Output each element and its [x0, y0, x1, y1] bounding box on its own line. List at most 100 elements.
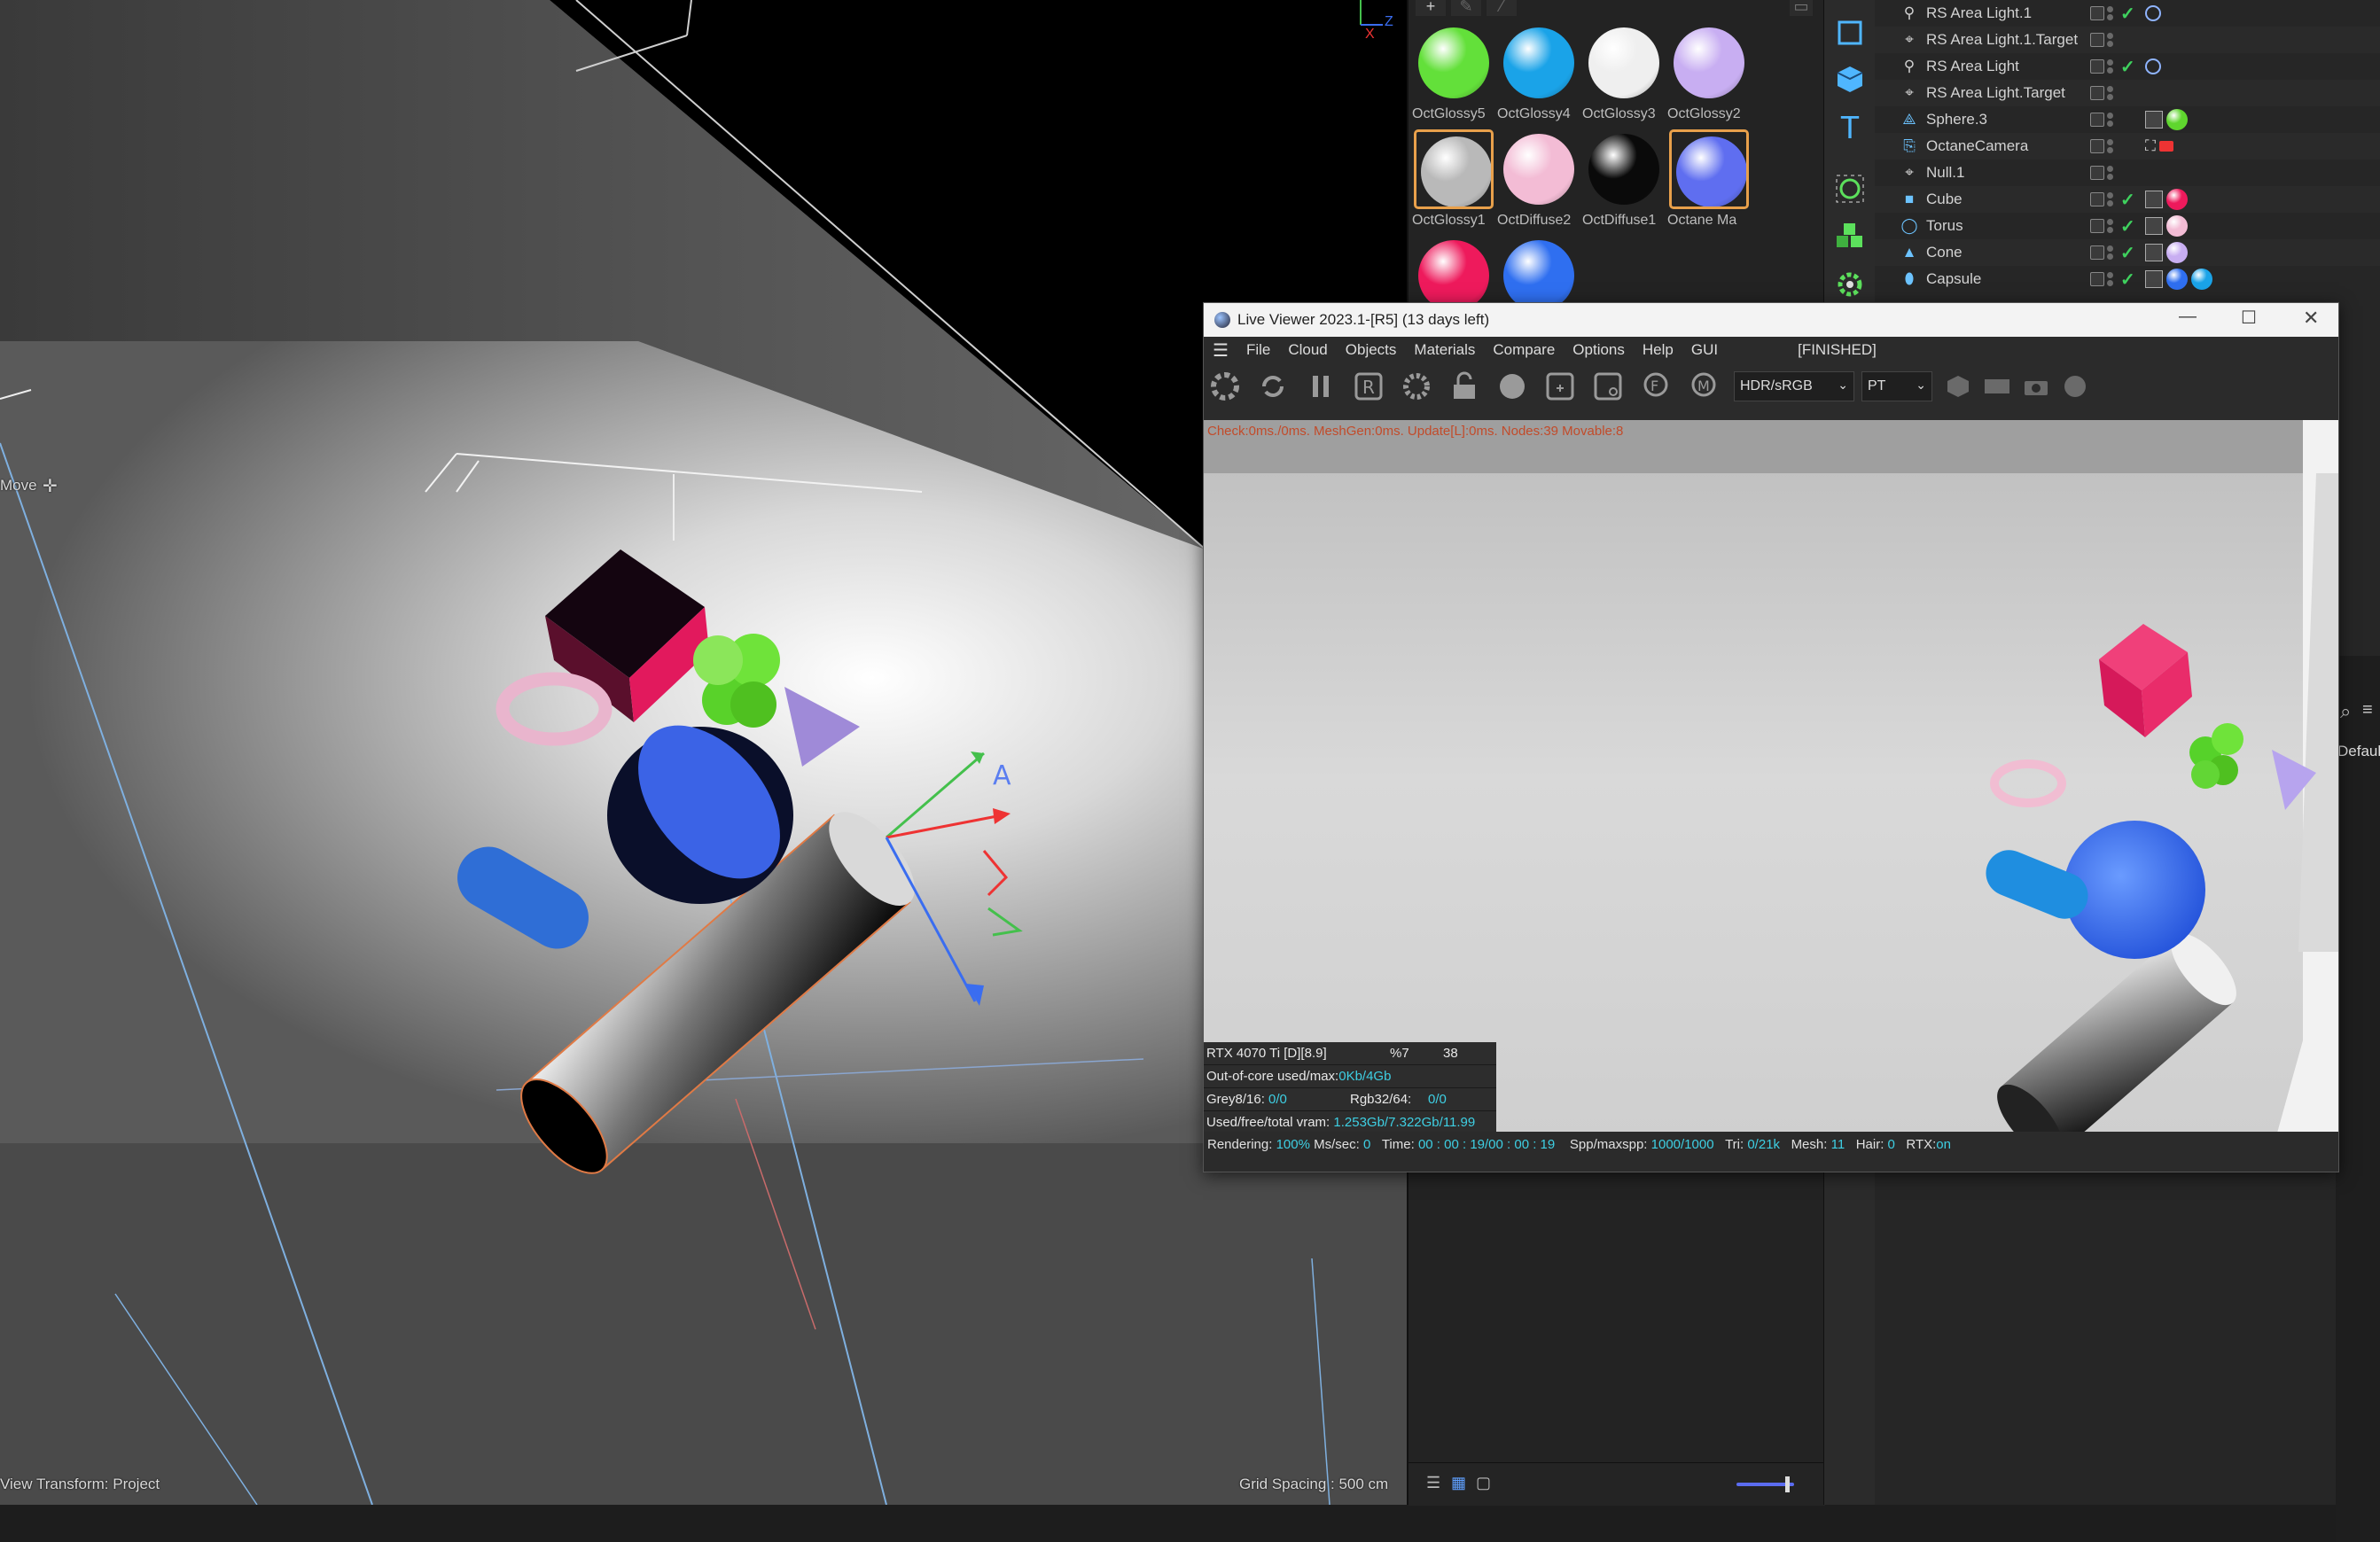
object-name[interactable]: Capsule [1926, 270, 2086, 288]
grid-view-icon[interactable]: ▦ [1451, 1474, 1466, 1492]
material-tag-icon[interactable] [2166, 109, 2188, 130]
visibility-dots[interactable] [2107, 31, 2114, 49]
material-preview[interactable] [1668, 129, 1749, 209]
clay-mode-icon[interactable] [1590, 369, 1626, 404]
layer-toggle[interactable] [2090, 33, 2104, 47]
material-tag-icon[interactable] [2166, 242, 2188, 263]
texture-tag-icon[interactable] [2145, 270, 2163, 288]
menu-materials[interactable]: Materials [1414, 341, 1475, 359]
close-icon[interactable]: ✕ [2303, 307, 2319, 330]
render-settings-gear-icon[interactable] [1399, 369, 1434, 404]
material-swatch[interactable]: OctGlossy5 [1412, 23, 1494, 122]
object-row[interactable]: ⌖ Null.1 [1875, 160, 2380, 186]
object-name[interactable]: Sphere.3 [1926, 111, 2086, 128]
pause-render-icon[interactable] [1303, 369, 1338, 404]
minimize-icon[interactable]: — [2179, 307, 2197, 327]
material-swatch[interactable]: OctDiffuse1 [1582, 129, 1665, 229]
object-name[interactable]: RS Area Light [1926, 58, 2086, 75]
enabled-check-icon[interactable]: ✓ [2120, 189, 2135, 211]
object-name[interactable]: RS Area Light.1 [1926, 4, 2086, 22]
object-row[interactable]: ▲ Cone ✓ [1875, 239, 2380, 266]
material-swatch[interactable]: OctGlossy1 [1412, 129, 1494, 229]
record-icon[interactable] [2062, 369, 2088, 404]
add-region-icon[interactable] [1542, 369, 1578, 404]
material-swatch[interactable]: OctGlossy3 [1582, 23, 1665, 122]
object-name[interactable]: Null.1 [1926, 164, 2086, 182]
visibility-dots[interactable] [2107, 84, 2114, 102]
target-tag-icon[interactable] [2145, 58, 2161, 74]
visibility-dots[interactable] [2107, 111, 2114, 128]
visibility-dots[interactable] [2107, 270, 2114, 288]
object-name[interactable]: RS Area Light.Target [1926, 84, 2086, 102]
object-row[interactable]: ⌖ RS Area Light.1.Target [1875, 27, 2380, 53]
zoom-slider-handle[interactable] [1785, 1476, 1790, 1492]
menu-options[interactable]: Options [1572, 341, 1625, 359]
enabled-check-icon[interactable]: ✓ [2120, 3, 2135, 25]
visibility-dots[interactable] [2107, 244, 2114, 261]
material-preview[interactable] [1584, 23, 1664, 103]
material-swatch[interactable]: OctDiffuse2 [1497, 129, 1580, 229]
protection-tag-icon[interactable]: ⛶ [2145, 137, 2156, 155]
kernel-select[interactable]: PT ⌄ [1861, 371, 1932, 401]
menu-cloud[interactable]: Cloud [1288, 341, 1327, 359]
object-row[interactable]: ⚲ RS Area Light.1 ✓ [1875, 0, 2380, 27]
object-row[interactable]: ⟁ Sphere.3 [1875, 106, 2380, 133]
object-row[interactable]: ⎘ OctaneCamera ⛶ [1875, 133, 2380, 160]
texture-tag-icon[interactable] [2145, 191, 2163, 208]
live-viewer-titlebar[interactable]: Live Viewer 2023.1-[R5] (13 days left) —… [1204, 303, 2338, 337]
eyedropper-icon[interactable]: ⁄ [1487, 0, 1517, 16]
rectangle-select-icon[interactable] [1833, 16, 1867, 50]
layer-toggle[interactable] [2090, 245, 2104, 260]
object-row[interactable]: ■ Cube ✓ [1875, 186, 2380, 213]
layer-toggle[interactable] [2090, 219, 2104, 233]
visibility-dots[interactable] [2107, 4, 2114, 22]
edit-material-icon[interactable]: ✎ [1451, 0, 1481, 16]
viewport-3d[interactable]: A Move ✛ View Transform: Project Grid Sp… [0, 0, 1407, 1505]
object-row[interactable]: ⌖ RS Area Light.Target [1875, 80, 2380, 106]
menu-objects[interactable]: Objects [1346, 341, 1397, 359]
object-name[interactable]: RS Area Light.1.Target [1926, 31, 2086, 49]
send-scene-icon[interactable] [1207, 369, 1243, 404]
layer-toggle[interactable] [2090, 272, 2104, 286]
settings-gear-icon[interactable] [1833, 268, 1867, 301]
text-tool-icon[interactable]: T [1833, 109, 1867, 145]
layer-toggle[interactable] [2090, 113, 2104, 127]
material-preview[interactable] [1669, 23, 1749, 103]
maximize-icon[interactable]: ☐ [2241, 307, 2257, 329]
material-tag-icon[interactable] [2166, 269, 2188, 290]
region-render-icon[interactable]: R [1351, 369, 1386, 404]
restart-render-icon[interactable] [1255, 369, 1291, 404]
menu-help[interactable]: Help [1643, 341, 1674, 359]
focus-picker-icon[interactable]: F [1638, 369, 1674, 404]
menu-icon[interactable]: ≡ [2362, 700, 2373, 720]
texture-tag-icon[interactable] [2145, 111, 2163, 128]
add-material-icon[interactable]: + [1416, 0, 1446, 16]
layer-toggle[interactable] [2090, 192, 2104, 206]
layer-toggle[interactable] [2090, 166, 2104, 180]
menu-compare[interactable]: Compare [1493, 341, 1555, 359]
layer-toggle[interactable] [2090, 139, 2104, 153]
visibility-dots[interactable] [2107, 191, 2114, 208]
list-view-icon[interactable]: ☰ [1426, 1474, 1440, 1492]
object-name[interactable]: Cube [1926, 191, 2086, 208]
move-icon[interactable]: ✛ [43, 475, 58, 497]
octane-camera-tag-icon[interactable] [2158, 141, 2173, 152]
hamburger-menu-icon[interactable]: ☰ [1213, 339, 1229, 362]
enabled-check-icon[interactable]: ✓ [2120, 242, 2135, 264]
trash-icon[interactable]: ▭ [1790, 0, 1813, 16]
menu-gui[interactable]: GUI [1691, 341, 1718, 359]
visibility-dots[interactable] [2107, 164, 2114, 182]
material-preview[interactable] [1499, 129, 1579, 209]
deformer-icon[interactable] [1833, 172, 1867, 206]
material-tag-icon[interactable] [2166, 189, 2188, 210]
material-preview[interactable] [1414, 23, 1494, 103]
film-icon[interactable] [1984, 369, 2010, 404]
enabled-check-icon[interactable]: ✓ [2120, 215, 2135, 238]
camera-snapshot-icon[interactable] [2023, 369, 2049, 404]
enabled-check-icon[interactable]: ✓ [2120, 269, 2135, 291]
object-name[interactable]: Cone [1926, 244, 2086, 261]
material-swatch[interactable]: OctGlossy4 [1497, 23, 1580, 122]
enabled-check-icon[interactable]: ✓ [2120, 56, 2135, 78]
mograph-icon[interactable] [1833, 220, 1867, 253]
object-name[interactable]: OctaneCamera [1926, 137, 2086, 155]
